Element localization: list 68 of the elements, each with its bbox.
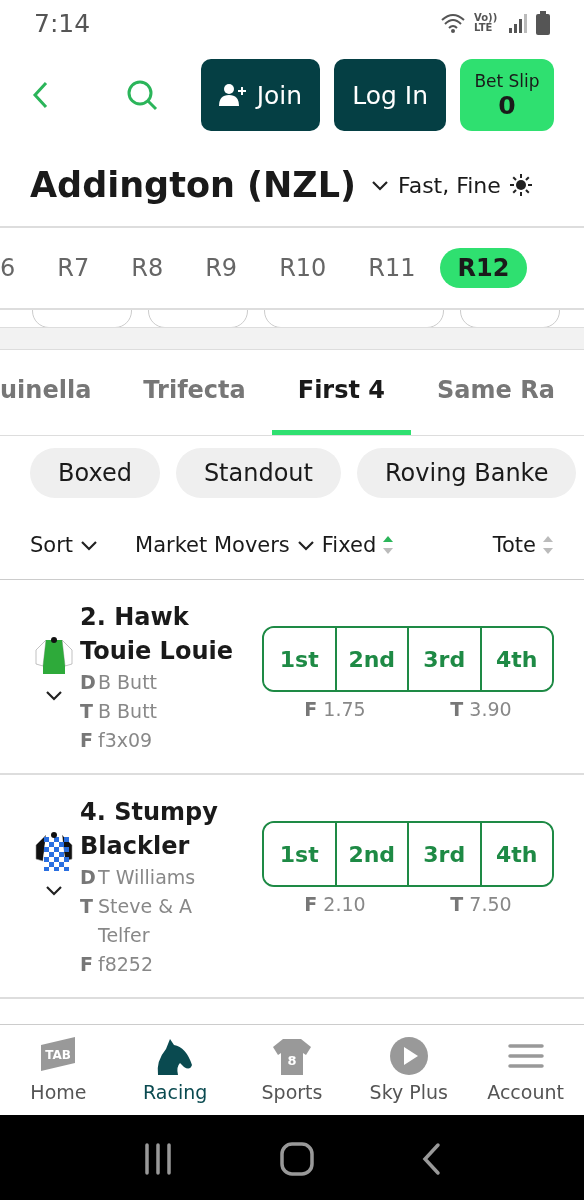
fixed-odds: F 2.10 — [304, 893, 366, 915]
recent-apps-icon[interactable] — [143, 1142, 174, 1176]
nav-tab[interactable]: 8 Sports — [233, 1025, 351, 1115]
track-conditions: Fast, Fine — [398, 172, 501, 198]
form-figures: f8252 — [98, 952, 155, 977]
driver-name: B Butt — [98, 670, 159, 695]
add-user-icon — [218, 83, 247, 107]
search-icon — [126, 79, 158, 111]
home-icon[interactable] — [280, 1142, 314, 1176]
market-movers-button[interactable]: Market Movers — [135, 532, 290, 557]
bet-mode-chip[interactable]: Standout — [175, 448, 341, 498]
race-tab[interactable]: R9 — [187, 248, 256, 288]
label-letter: T — [80, 699, 94, 724]
login-button[interactable]: Log In — [334, 59, 446, 131]
label-letter: F — [80, 952, 94, 977]
nav-tab[interactable]: Sky Plus — [350, 1025, 468, 1115]
back-icon — [32, 81, 48, 109]
driver-name: T Williams — [98, 865, 197, 890]
nav-tab[interactable]: TAB Home — [0, 1025, 117, 1115]
bet-slip-button[interactable]: Bet Slip 0 — [460, 59, 554, 131]
signal-icon — [508, 12, 528, 34]
fixed-odds: F 1.75 — [304, 698, 366, 720]
bet-mode-chip[interactable]: Roving Banke — [357, 448, 577, 498]
tote-odds: T 3.90 — [450, 698, 512, 720]
search-button[interactable] — [126, 79, 158, 111]
back-icon[interactable] — [420, 1142, 441, 1176]
sort-button[interactable]: Sort — [30, 532, 100, 557]
position-button[interactable]: 4th — [479, 628, 552, 690]
label-letter: D — [80, 670, 97, 695]
join-button[interactable]: Join — [200, 59, 321, 131]
bet-type-tab[interactable]: First 4 — [271, 350, 412, 435]
bet-mode-chip[interactable]: Boxed — [30, 448, 160, 498]
race-tab[interactable]: R7 — [39, 248, 108, 288]
label-letter: F — [80, 728, 94, 753]
position-button[interactable]: 4th — [479, 823, 552, 885]
sort-icon — [382, 534, 395, 555]
form-figures: f3x09 — [98, 728, 154, 753]
runner-name: 2. Hawk Touie Louie — [80, 602, 234, 667]
bet-type-tab[interactable]: Trifecta — [117, 350, 272, 435]
venue-title: Addington (NZL) — [30, 165, 356, 205]
status-time: 7:14 — [34, 8, 91, 38]
race-tab[interactable]: R8 — [113, 248, 182, 288]
race-tab[interactable]: R11 — [350, 248, 434, 288]
back-button[interactable] — [32, 81, 48, 109]
nav-tab[interactable]: Racing — [116, 1025, 234, 1115]
play-icon — [389, 1037, 428, 1075]
tote-sort-button[interactable]: Tote — [492, 532, 554, 557]
jockey-silks-icon — [34, 831, 74, 871]
network-label: Vo)) LTE — [474, 13, 499, 33]
tote-odds: T 7.50 — [450, 893, 512, 915]
trainer-name: B Butt — [98, 699, 159, 724]
label-letter: T — [80, 894, 94, 919]
label-letter: D — [80, 865, 97, 890]
race-tab[interactable]: 6 — [0, 248, 34, 288]
sun-icon — [508, 173, 533, 197]
shirt-icon: 8 — [273, 1037, 311, 1075]
nav-tab[interactable]: Account — [467, 1025, 584, 1115]
fixed-sort-button[interactable]: Fixed — [295, 532, 395, 557]
battery-icon — [536, 11, 550, 35]
race-tab[interactable]: R10 — [261, 248, 345, 288]
wifi-icon — [440, 12, 466, 34]
runner-name: 4. Stumpy Blackler — [80, 797, 219, 862]
sort-icon — [542, 534, 554, 555]
race-tab[interactable]: R12 — [439, 248, 528, 288]
horse-head-icon — [156, 1037, 195, 1075]
jockey-silks-icon — [34, 636, 74, 676]
bet-type-tab[interactable]: Same Ra — [411, 350, 581, 435]
bet-type-tab[interactable]: uinella — [0, 350, 118, 435]
